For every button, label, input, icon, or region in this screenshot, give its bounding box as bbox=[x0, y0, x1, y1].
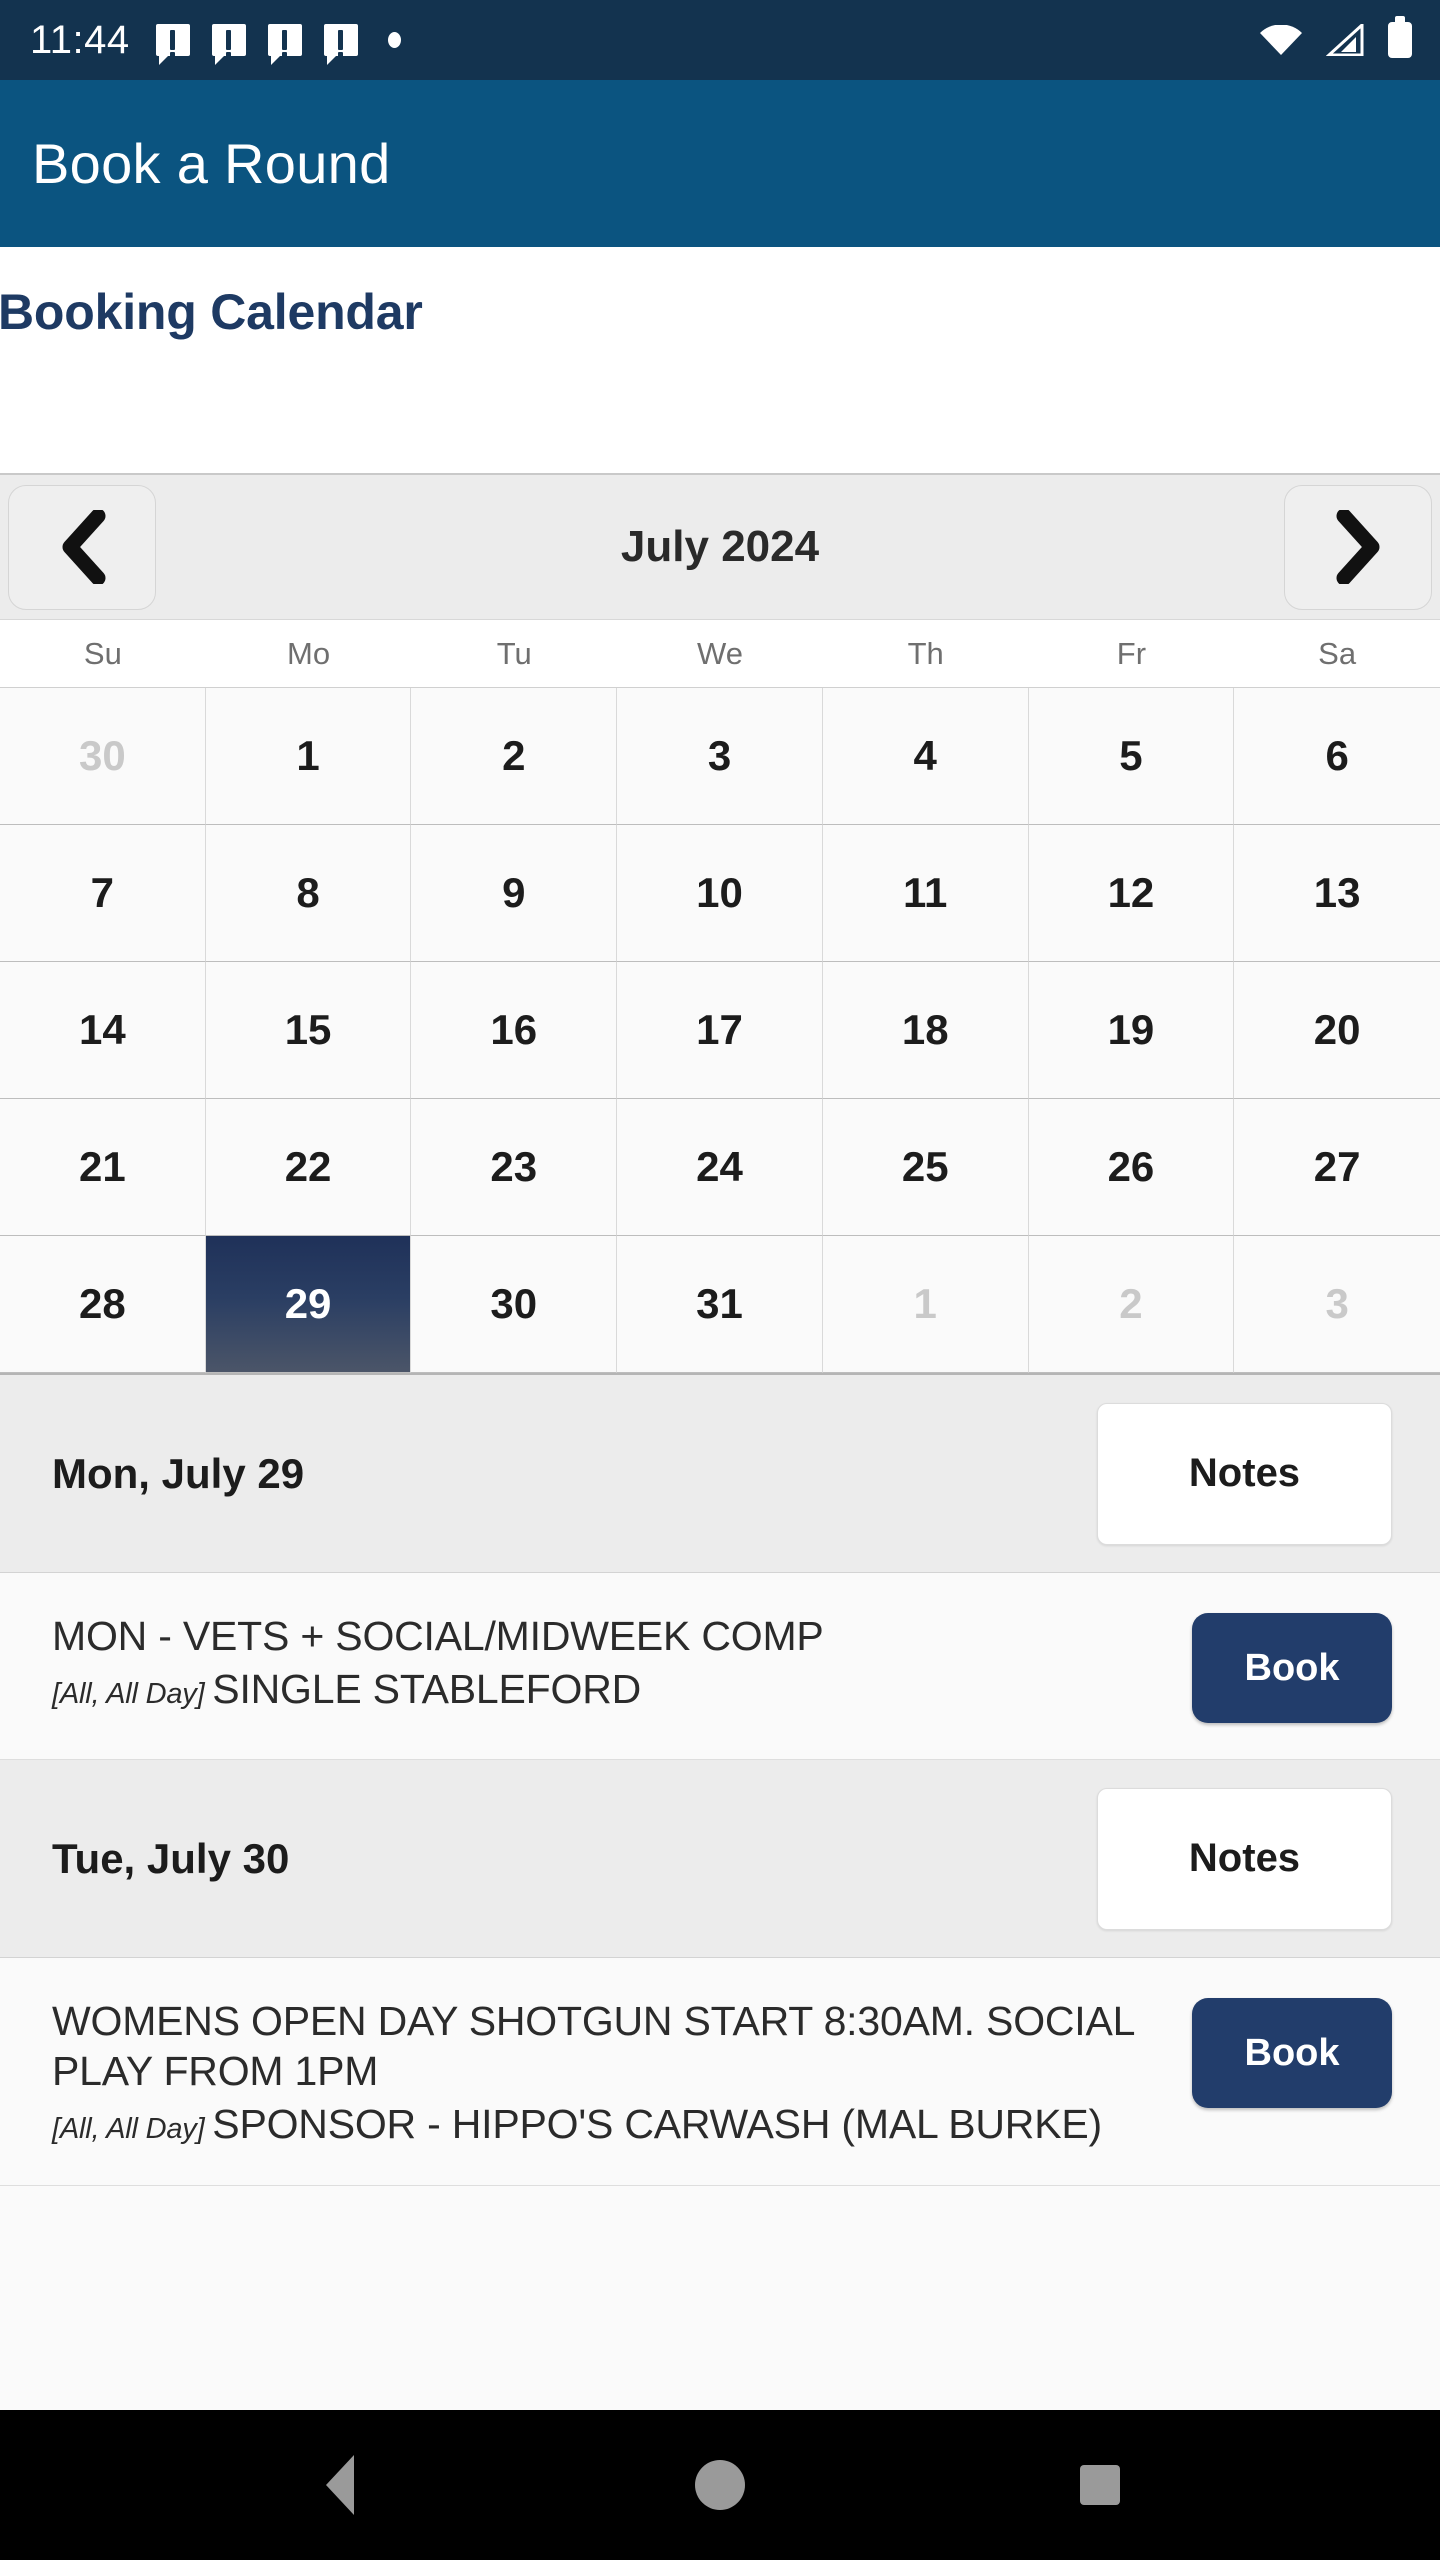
day-header-label: Tue, July 30 bbox=[52, 1834, 290, 1882]
calendar-day[interactable]: 3 bbox=[1234, 1236, 1440, 1373]
event-time-tag: [All, All Day] bbox=[52, 1678, 213, 1711]
calendar-day[interactable]: 2 bbox=[1028, 1236, 1235, 1373]
calendar-day[interactable]: 6 bbox=[1234, 688, 1440, 825]
calendar-day-grid: 30 1 2 3 4 5 6 7 8 9 10 11 12 13 14 15 16 17 18 19 20 21 22 23 2… bbox=[0, 688, 1440, 1373]
chevron-right-icon bbox=[1336, 510, 1380, 584]
chat-alert-icon bbox=[155, 24, 190, 65]
chat-alert-icon bbox=[211, 24, 246, 65]
wifi-icon bbox=[1260, 25, 1302, 55]
weekday-we: We bbox=[697, 635, 743, 671]
cell-signal-icon bbox=[1326, 24, 1364, 56]
event-title: MON - VETS + SOCIAL/MIDWEEK COMP bbox=[52, 1613, 824, 1659]
calendar-day[interactable]: 17 bbox=[617, 962, 823, 1099]
app-bar-title: Book a Round bbox=[32, 132, 391, 195]
page-title: Booking Calendar bbox=[0, 284, 423, 340]
event-time-tag: [All, All Day] bbox=[52, 2113, 213, 2146]
calendar-day[interactable]: 31 bbox=[617, 1236, 823, 1373]
notes-button[interactable]: Notes bbox=[1097, 1402, 1392, 1545]
triangle-back-icon bbox=[326, 2455, 354, 2515]
event-row: MON - VETS + SOCIAL/MIDWEEK COMP [All, Al… bbox=[0, 1573, 1440, 1760]
weekday-fr: Fr bbox=[1116, 635, 1147, 671]
weekday-mo: Mo bbox=[287, 635, 331, 671]
calendar-day[interactable]: 3 bbox=[617, 688, 823, 825]
event-subtitle: [All, All Day] SPONSOR - HIPPO'S CARWASH… bbox=[52, 2101, 1102, 2148]
nav-back-button[interactable] bbox=[280, 2425, 400, 2545]
android-nav-bar bbox=[0, 2410, 1440, 2560]
chevron-left-icon bbox=[62, 510, 106, 584]
calendar-day[interactable]: 15 bbox=[205, 962, 412, 1099]
weekday-su: Su bbox=[83, 635, 122, 671]
book-button[interactable]: Book bbox=[1192, 1613, 1392, 1723]
calendar-day[interactable]: 25 bbox=[822, 1099, 1029, 1236]
calendar-day-selected[interactable]: 29 bbox=[205, 1236, 412, 1373]
calendar-day[interactable]: 16 bbox=[411, 962, 618, 1099]
circle-home-icon bbox=[695, 2460, 745, 2510]
calendar-day[interactable]: 4 bbox=[822, 688, 1029, 825]
calendar-day[interactable]: 1 bbox=[205, 688, 412, 825]
app-root: 11:44 Book a Round Booking Calendar July… bbox=[0, 0, 1440, 2560]
notes-button[interactable]: Notes bbox=[1097, 1787, 1392, 1930]
day-header: Tue, July 30 Notes bbox=[0, 1760, 1440, 1958]
status-system-icons bbox=[1260, 22, 1412, 58]
calendar-nav: July 2024 bbox=[0, 475, 1440, 620]
calendar-day[interactable]: 19 bbox=[1028, 962, 1235, 1099]
nav-home-button[interactable] bbox=[660, 2425, 780, 2545]
weekday-sa: Sa bbox=[1318, 635, 1357, 671]
weekday-tu: Tu bbox=[496, 635, 532, 671]
calendar-month-label: July 2024 bbox=[620, 522, 820, 571]
status-notification-icons bbox=[155, 24, 1260, 65]
day-header-label: Mon, July 29 bbox=[52, 1449, 305, 1497]
calendar-day[interactable]: 2 bbox=[411, 688, 618, 825]
calendar-day[interactable]: 30 bbox=[0, 688, 206, 825]
calendar-weekday-header: Su Mo Tu We Th Fr Sa bbox=[0, 620, 1440, 688]
event-text: WOMENS OPEN DAY SHOTGUN START 8:30AM. SO… bbox=[52, 1994, 1192, 2149]
status-bar: 11:44 bbox=[0, 0, 1440, 80]
chat-alert-icon bbox=[323, 24, 358, 65]
calendar-day[interactable]: 5 bbox=[1028, 688, 1235, 825]
page-title-container: Booking Calendar bbox=[0, 247, 1440, 377]
calendar-day[interactable]: 1 bbox=[822, 1236, 1029, 1373]
title-spacer bbox=[0, 377, 1440, 473]
dot-icon bbox=[387, 32, 401, 48]
battery-full-icon bbox=[1388, 22, 1412, 58]
calendar-day[interactable]: 21 bbox=[0, 1099, 206, 1236]
calendar-day[interactable]: 13 bbox=[1234, 825, 1440, 962]
calendar-day[interactable]: 20 bbox=[1234, 962, 1440, 1099]
calendar-day[interactable]: 24 bbox=[617, 1099, 823, 1236]
calendar-day[interactable]: 26 bbox=[1028, 1099, 1235, 1236]
weekday-th: Th bbox=[907, 635, 944, 671]
calendar-day[interactable]: 8 bbox=[205, 825, 412, 962]
booking-calendar: July 2024 Su Mo Tu We Th Fr Sa 30 1 2 3 4 5 6 7… bbox=[0, 473, 1440, 1375]
nav-recents-button[interactable] bbox=[1040, 2425, 1160, 2545]
calendar-day[interactable]: 28 bbox=[0, 1236, 206, 1373]
event-title: WOMENS OPEN DAY SHOTGUN START 8:30AM. SO… bbox=[52, 1998, 1134, 2095]
next-month-button[interactable] bbox=[1284, 484, 1432, 610]
status-time: 11:44 bbox=[30, 18, 130, 62]
calendar-day[interactable]: 9 bbox=[411, 825, 618, 962]
calendar-day[interactable]: 23 bbox=[411, 1099, 618, 1236]
calendar-day[interactable]: 30 bbox=[411, 1236, 618, 1373]
day-header: Mon, July 29 Notes bbox=[0, 1375, 1440, 1573]
app-bar: Book a Round bbox=[0, 80, 1440, 247]
calendar-day[interactable]: 7 bbox=[0, 825, 206, 962]
chat-alert-icon bbox=[267, 24, 302, 65]
book-button[interactable]: Book bbox=[1192, 1998, 1392, 2108]
calendar-day[interactable]: 14 bbox=[0, 962, 206, 1099]
calendar-day[interactable]: 11 bbox=[822, 825, 1029, 962]
prev-month-button[interactable] bbox=[8, 484, 156, 610]
event-row: WOMENS OPEN DAY SHOTGUN START 8:30AM. SO… bbox=[0, 1958, 1440, 2187]
calendar-day[interactable]: 27 bbox=[1234, 1099, 1440, 1236]
calendar-day[interactable]: 18 bbox=[822, 962, 1029, 1099]
event-subtitle: [All, All Day] SINGLE STABLEFORD bbox=[52, 1666, 642, 1713]
event-text: MON - VETS + SOCIAL/MIDWEEK COMP [All, Al… bbox=[52, 1609, 1192, 1714]
event-list: Mon, July 29 Notes MON - VETS + SOCIAL/MID… bbox=[0, 1375, 1440, 2410]
calendar-day[interactable]: 22 bbox=[205, 1099, 412, 1236]
calendar-day[interactable]: 12 bbox=[1028, 825, 1235, 962]
square-recents-icon bbox=[1080, 2465, 1120, 2505]
calendar-day[interactable]: 10 bbox=[617, 825, 823, 962]
